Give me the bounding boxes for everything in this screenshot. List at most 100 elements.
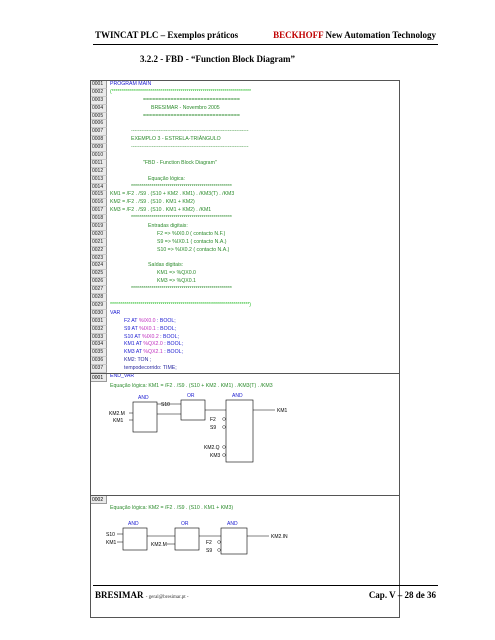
code-line: 0024 Saídas digitais: (91, 262, 399, 271)
input-label: S10 (161, 402, 170, 408)
code-text: Entradas digitais: (148, 223, 188, 230)
declaration-code-area: 0001 PROGRAM MAIN 0002 (*******************… (91, 81, 399, 381)
var-decl: S10 AT (124, 333, 142, 340)
code-text: KM1 AT %QX2.0 : BOOL; (124, 341, 183, 349)
line-number: 0033 (91, 333, 107, 342)
code-text: ****************************************… (110, 301, 252, 308)
code-line: 0011 "FBD - Function Block Diagram" (91, 159, 399, 168)
code-text: Saídas digitais: (148, 262, 184, 269)
code-line: 0008 EXEMPLO 3 - ESTRELA-TRIÂNGULO (91, 136, 399, 145)
code-line: 0014 ************************************… (91, 183, 399, 192)
code-text: KM1 = /F2 . /S9 . (S10 + KM2 . KM1) . /K… (110, 191, 235, 198)
code-text: S10 => %IX0.2 ( contacto N.A.) (157, 246, 230, 253)
line-number: 0015 (91, 191, 107, 200)
brand-tagline: New Automation Technology (323, 30, 436, 40)
or-block-title: OR (187, 393, 195, 399)
var-type: : BOOL; (164, 341, 183, 348)
footer-company: BRESIMAR (95, 590, 144, 600)
line-number: 0027 (91, 286, 107, 295)
line-number: 0007 (91, 128, 107, 137)
and-block-title: AND (138, 395, 149, 401)
footer-rule (93, 585, 438, 586)
code-text: ================================ (143, 96, 240, 103)
code-line: 0012 (91, 167, 399, 176)
line-number: 0025 (91, 270, 107, 279)
code-text: F2 AT %IX0.0 : BOOL; (124, 318, 176, 326)
line-number: 0008 (91, 136, 107, 145)
code-line: 0036 KM2: TON ; (91, 357, 399, 366)
and-block-title: AND (227, 521, 238, 527)
code-line: 0001 PROGRAM MAIN (91, 81, 399, 89)
code-line: 0032 S9 AT %IX0.1 : BOOL; (91, 325, 399, 334)
line-number: 0009 (91, 144, 107, 153)
code-text: PROGRAM MAIN (110, 81, 152, 87)
code-line: 0005 ================================ (91, 112, 399, 121)
line-number: 0023 (91, 254, 107, 263)
input-label: F2 (210, 417, 216, 423)
and-block (122, 527, 148, 551)
var-address: %IX0.2 (141, 333, 159, 340)
var-decl: KM3 AT (124, 349, 144, 356)
footer-email: - geral@bresimar.pt - (145, 595, 189, 600)
code-text: EXEMPLO 3 - ESTRELA-TRIÂNGULO (131, 136, 221, 143)
code-line: 0009 ------------------------------------… (91, 144, 399, 153)
line-number: 0018 (91, 215, 107, 224)
line-number: 0001 (91, 81, 107, 89)
line-number: 0022 (91, 246, 107, 255)
code-line: 0018 ************************************… (91, 215, 399, 224)
code-line: 0034 KM1 AT %QX2.0 : BOOL; (91, 341, 399, 350)
var-decl: S9 AT (124, 325, 140, 332)
fbd-diagram-2: AND S10 KM1 KM2.M OR AND F2 S9 KM2.IN (106, 521, 288, 555)
code-line: 0026 KM3 => %QX0.1 (91, 278, 399, 287)
line-number: 0003 (91, 96, 107, 105)
line-number: 0005 (91, 112, 107, 121)
line-number: 0032 (91, 325, 107, 334)
footer-left: BRESIMAR - geral@bresimar.pt - (95, 590, 189, 600)
code-text: S10 AT %IX0.2 : BOOL; (124, 334, 179, 342)
var-address: %QX2.0 (143, 341, 163, 348)
line-number: 0036 (91, 357, 107, 366)
code-text: "FBD - Function Block Diagram" (143, 159, 217, 166)
line-number: 0031 (91, 317, 107, 326)
code-text: ****************************************… (131, 286, 232, 293)
code-text: KM3 => %QX0.1 (157, 278, 196, 285)
input-label: KM2.M (151, 542, 167, 548)
header-rule (93, 44, 438, 45)
code-text: KM2 = /F2 . /S9 . (S10 . KM1 + KM2) (110, 199, 195, 206)
line-number: 0013 (91, 175, 107, 184)
code-text: S9 => %IX0.1 ( contacto N.A.) (157, 238, 227, 245)
code-line: 0017 KM3 = /F2 . /S9 . (S10 . KM1 + KM2) … (91, 207, 399, 216)
and-block (225, 399, 254, 463)
code-line: 0020 F2 => %IX0.0 ( contacto N.F.) (91, 230, 399, 239)
input-label: KM1 (113, 418, 124, 424)
input-label: S9 (210, 425, 216, 431)
page-number: Cap. V – 28 de 36 (368, 590, 436, 600)
code-line: 0015 KM1 = /F2 . /S9 . (S10 + KM2 . KM1) … (91, 191, 399, 200)
var-type: : BOOL; (157, 325, 177, 332)
code-line: 0021 S9 => %IX0.1 ( contacto N.A.) (91, 238, 399, 247)
code-line: 0033 S10 AT %IX0.2 : BOOL; (91, 333, 399, 342)
code-line: 0030 VAR (91, 309, 399, 318)
line-number: 0021 (91, 238, 107, 247)
var-address: %IX0.0 (138, 317, 156, 324)
var-type: : BOOL; (164, 349, 183, 356)
code-text: BRESIMAR - Novembro 2005 (151, 104, 220, 111)
code-text: KM2: TON ; (124, 357, 152, 364)
section-title: 3.2.2 - FBD - “Function Block Diagram” (140, 54, 295, 64)
header-title: TWINCAT PLC – Exemplos práticos (95, 30, 239, 40)
var-address: %IX0.1 (139, 325, 156, 332)
line-number: 0024 (91, 262, 107, 271)
var-decl: F2 AT (124, 317, 139, 324)
and-block-title: AND (128, 521, 139, 527)
fbd-network-1: 0001 Equação lógica: KM1 = /F2 . /S9 . (… (91, 373, 399, 495)
code-text: KM3 AT %QX2.1 : BOOL; (124, 349, 183, 357)
and-block (220, 527, 248, 555)
input-label: S10 (106, 532, 115, 538)
code-line: 0004 BRESIMAR - Novembro 2005 (91, 104, 399, 113)
line-number: 0028 (91, 294, 107, 302)
or-block-title: OR (181, 521, 189, 527)
line-number: 0035 (91, 349, 107, 358)
var-address: %QX2.1 (143, 349, 163, 356)
line-number: 0006 (91, 120, 107, 129)
input-label: KM3 (210, 453, 221, 459)
